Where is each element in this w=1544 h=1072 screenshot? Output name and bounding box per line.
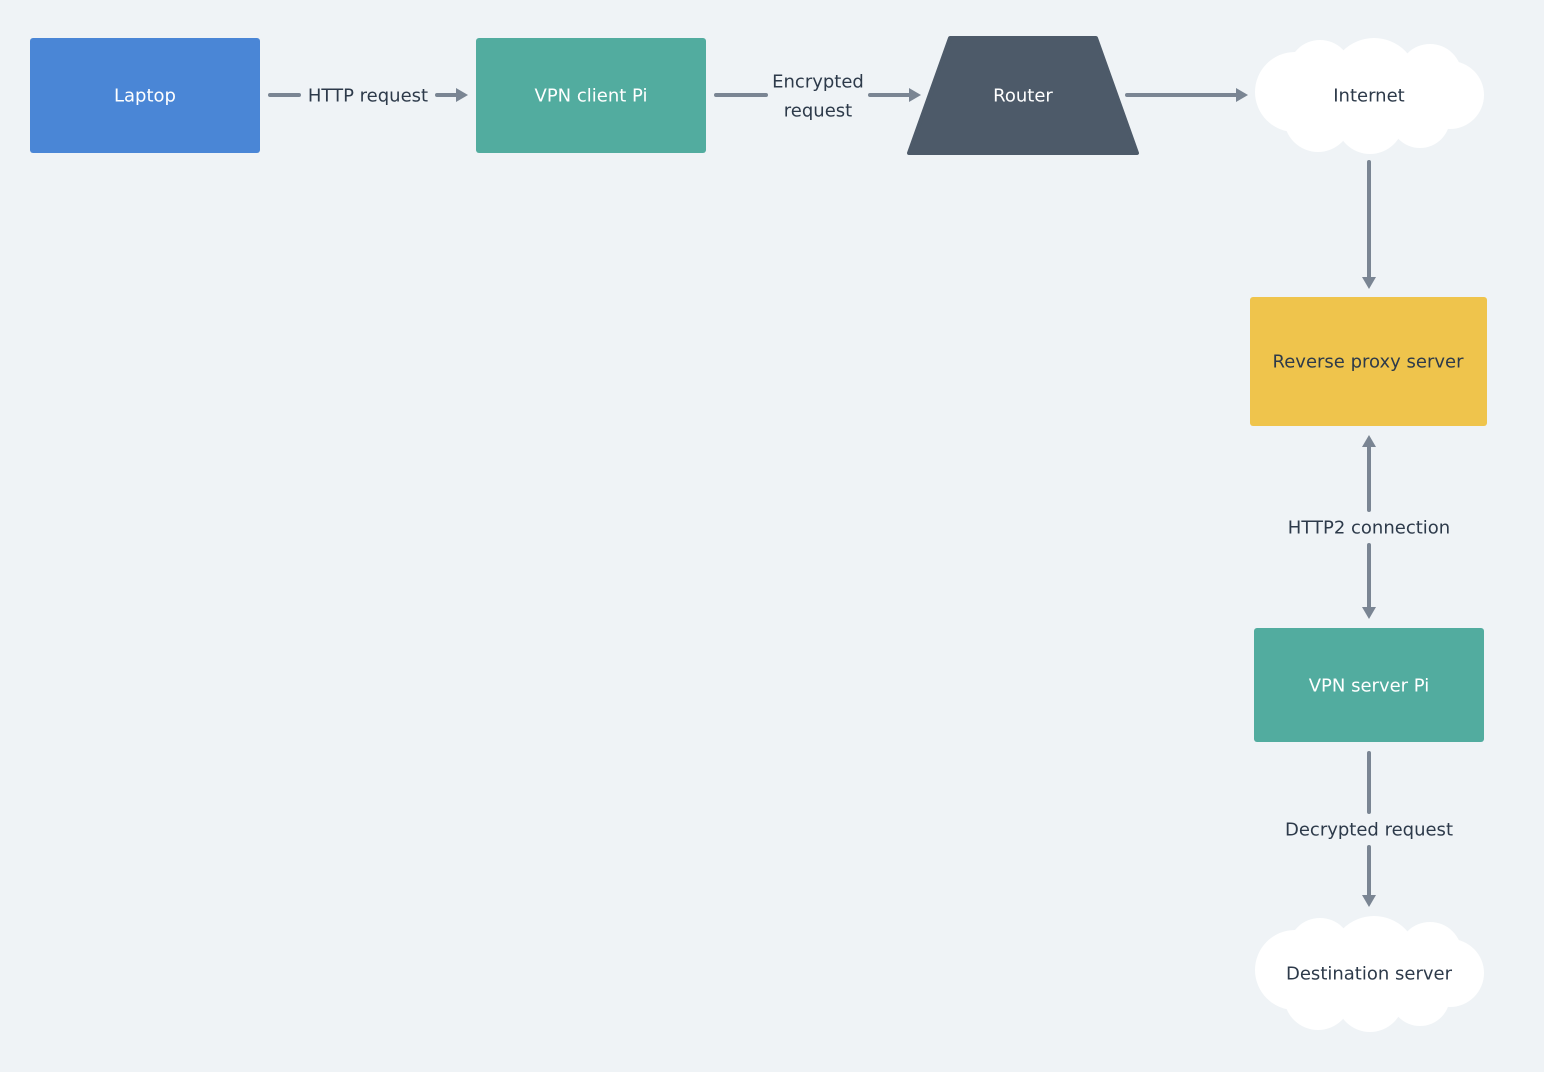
vpn-server-pi-label: VPN server Pi [1309, 676, 1430, 697]
edge-label-http2-connection: HTTP2 connection [1288, 518, 1450, 539]
router-label: Router [993, 86, 1053, 107]
edge-label-http-request: HTTP request [308, 86, 428, 107]
edge-router-to-internet[interactable] [1125, 88, 1248, 102]
vpn-client-pi-label: VPN client Pi [535, 86, 648, 107]
internet-label: Internet [1333, 86, 1404, 107]
destination-server-label: Destination server [1286, 964, 1453, 985]
arrow-down-icon [1362, 607, 1376, 619]
arrow-right-icon [909, 88, 921, 102]
node-vpn-client-pi[interactable]: VPN client Pi [476, 38, 706, 153]
edge-proxy-to-vpn-server[interactable]: HTTP2 connection [1288, 435, 1450, 619]
diagram-canvas: Laptop VPN client Pi Router Internet Rev… [0, 0, 1544, 1068]
laptop-label: Laptop [114, 86, 176, 107]
diagram-svg: Laptop VPN client Pi Router Internet Rev… [30, 36, 1487, 1032]
edge-label-encrypted-line1: Encrypted [772, 72, 864, 93]
edge-vpn-server-to-destination[interactable]: Decrypted request [1285, 751, 1453, 907]
edge-laptop-to-vpn-client[interactable]: HTTP request [268, 86, 468, 107]
node-laptop[interactable]: Laptop [30, 38, 260, 153]
edge-label-encrypted-line2: request [784, 101, 852, 122]
node-destination-server[interactable]: Destination server [1255, 916, 1484, 1032]
node-internet[interactable]: Internet [1255, 38, 1484, 154]
edge-label-decrypted-request: Decrypted request [1285, 820, 1453, 841]
arrow-down-icon [1362, 277, 1376, 289]
node-vpn-server-pi[interactable]: VPN server Pi [1254, 628, 1484, 742]
arrow-right-icon [456, 88, 468, 102]
node-reverse-proxy-server[interactable]: Reverse proxy server [1250, 297, 1487, 426]
node-router[interactable]: Router [907, 36, 1139, 155]
edge-vpn-client-to-router[interactable]: Encrypted request [714, 72, 921, 122]
arrow-down-icon [1362, 895, 1376, 907]
edge-internet-to-proxy[interactable] [1362, 160, 1376, 289]
reverse-proxy-label: Reverse proxy server [1273, 352, 1465, 373]
arrow-right-icon [1236, 88, 1248, 102]
